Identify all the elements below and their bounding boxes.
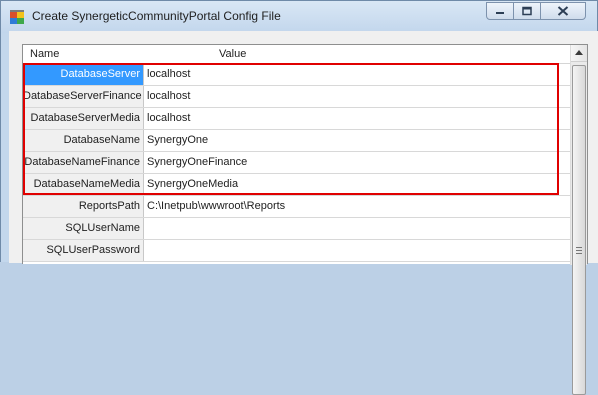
minimize-icon [496,12,504,14]
close-button[interactable] [540,2,586,20]
row-value[interactable] [145,240,570,261]
chevron-up-icon [575,50,583,55]
table-row[interactable]: DatabaseName SynergyOne [23,130,570,152]
row-name[interactable]: SQLUserPassword [23,240,144,261]
maximize-button[interactable] [513,2,541,20]
row-name[interactable]: DatabaseServer [23,64,144,85]
table-row[interactable]: DatabaseServer localhost [23,64,570,86]
table-row[interactable]: SQLUserPassword [23,240,570,262]
table-row[interactable]: DatabaseNameMedia SynergyOneMedia [23,174,570,196]
row-name[interactable]: DatabaseServerFinance [23,86,144,107]
header-name: Name [30,48,60,60]
maximize-icon [522,6,532,16]
row-value[interactable]: localhost [145,86,570,107]
grid-header: Name Value [23,45,570,64]
row-value[interactable]: SynergyOneMedia [145,174,570,195]
row-name[interactable]: DatabaseNameFinance [23,152,144,173]
row-value[interactable]: SynergyOneFinance [145,152,570,173]
grip-line [576,253,582,254]
row-name[interactable]: DatabaseNameMedia [23,174,144,195]
app-config-icon [10,10,24,24]
row-name[interactable]: DatabaseServerMedia [23,108,144,129]
client-area: Name Value DatabaseServer localhost Data… [9,31,598,395]
row-name[interactable]: ReportsPath [23,196,144,217]
scroll-up-button[interactable] [571,45,587,62]
minimize-button[interactable] [486,2,514,20]
grip-line [576,247,582,248]
row-value[interactable]: C:\Inetpub\wwwroot\Reports [145,196,570,217]
config-grid[interactable]: Name Value DatabaseServer localhost Data… [22,44,588,395]
row-value[interactable]: localhost [145,64,570,85]
scroll-thumb[interactable] [572,65,586,395]
row-name[interactable]: DatabaseName [23,130,144,151]
table-row[interactable]: DatabaseServerFinance localhost [23,86,570,108]
row-name[interactable]: SQLUserName [23,218,144,239]
grip-line [576,250,582,251]
table-row[interactable]: DatabaseServerMedia localhost [23,108,570,130]
vertical-scrollbar[interactable] [570,45,587,395]
grid-rows: DatabaseServer localhost DatabaseServerF… [23,64,570,262]
table-row[interactable]: ReportsPath C:\Inetpub\wwwroot\Reports [23,196,570,218]
window-title: Create SynergeticCommunityPortal Config … [32,9,281,23]
title-bar[interactable]: Create SynergeticCommunityPortal Config … [1,1,597,33]
row-value[interactable]: localhost [145,108,570,129]
table-row[interactable]: SQLUserName [23,218,570,240]
row-value[interactable]: SynergyOne [145,130,570,151]
row-value[interactable] [145,218,570,239]
table-row[interactable]: DatabaseNameFinance SynergyOneFinance [23,152,570,174]
header-value: Value [219,48,247,60]
close-icon [557,6,569,16]
config-window: Create SynergeticCommunityPortal Config … [0,0,598,395]
